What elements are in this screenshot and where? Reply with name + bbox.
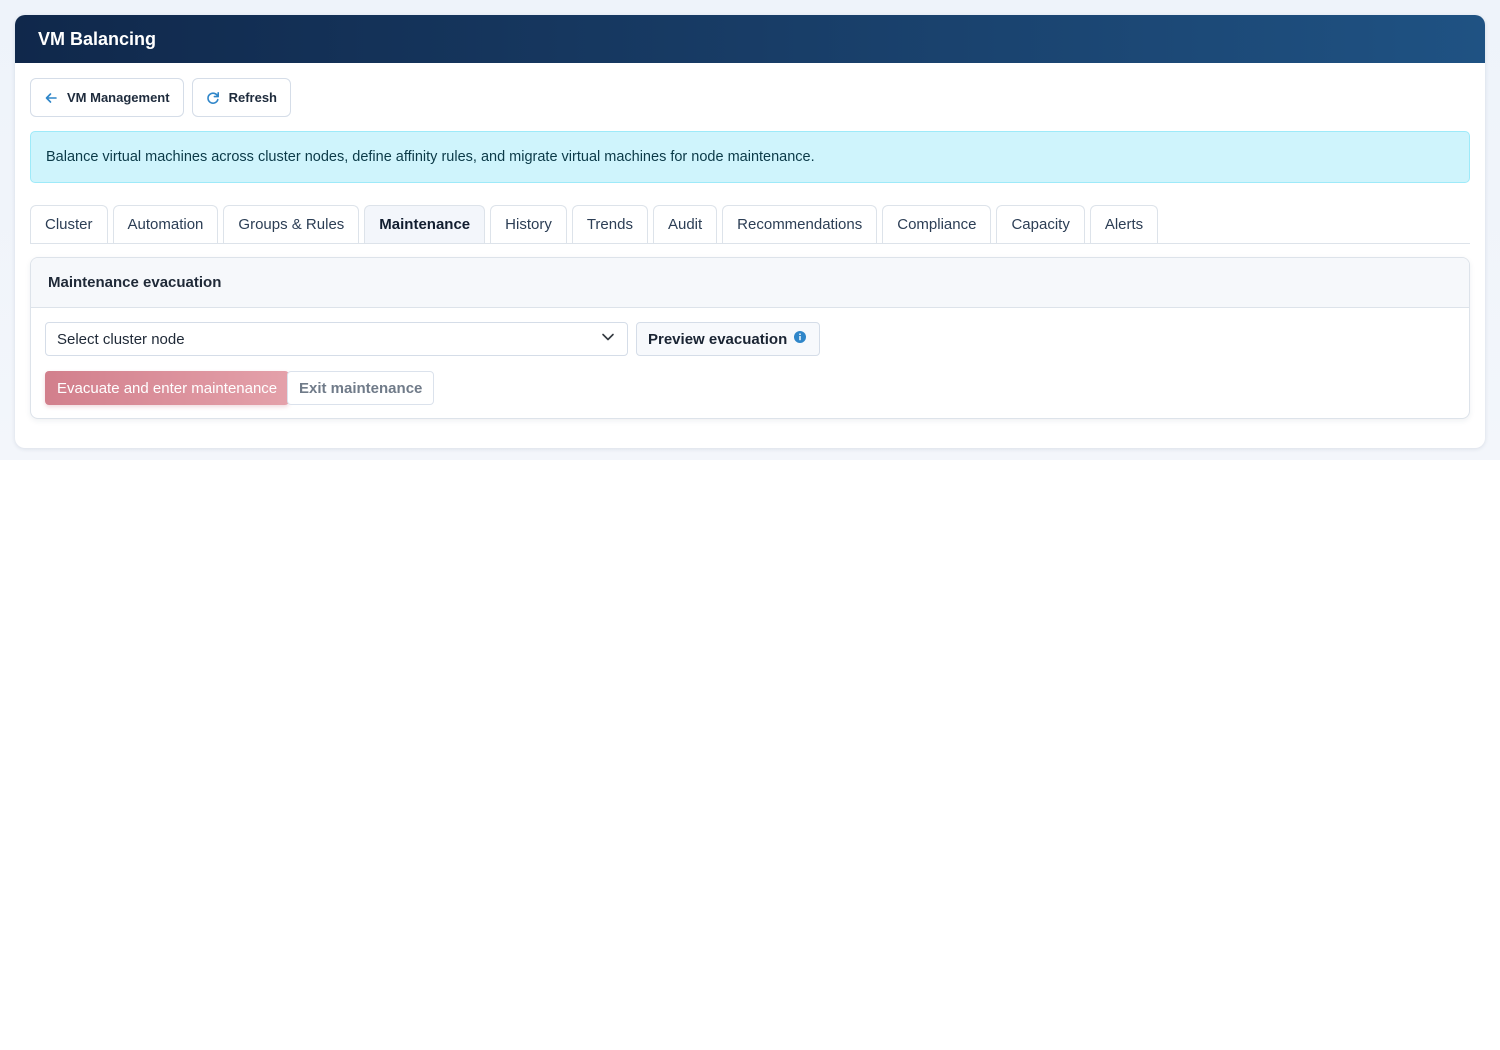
cluster-node-select-value: Select cluster node [57, 330, 185, 348]
evacuate-maintenance-button[interactable]: Evacuate and enter maintenance [45, 371, 290, 405]
tab-groups-rules[interactable]: Groups & Rules [223, 205, 360, 243]
info-banner-text: Balance virtual machines across cluster … [46, 149, 815, 165]
info-banner: Balance virtual machines across cluster … [30, 131, 1470, 183]
exit-maintenance-button[interactable]: Exit maintenance [287, 371, 435, 405]
panel-title: Maintenance evacuation [48, 274, 222, 291]
arrow-left-icon [44, 91, 58, 105]
info-icon[interactable] [793, 330, 807, 348]
evacuate-maintenance-label: Evacuate and enter maintenance [57, 379, 278, 397]
panel-body: Select cluster node Preview evacuation E… [31, 308, 1469, 418]
preview-evacuation-button[interactable]: Preview evacuation [636, 322, 821, 356]
tab-alerts[interactable]: Alerts [1089, 205, 1159, 243]
cluster-node-select[interactable]: Select cluster node [45, 322, 628, 356]
tab-bar: Cluster Automation Groups & Rules Mainte… [30, 205, 1470, 244]
tab-recommendations[interactable]: Recommendations [722, 205, 878, 243]
tab-maintenance[interactable]: Maintenance [364, 205, 486, 243]
window-titlebar: VM Balancing [15, 15, 1485, 63]
exit-maintenance-label: Exit maintenance [299, 379, 423, 397]
window-title: VM Balancing [38, 28, 157, 49]
tab-cluster[interactable]: Cluster [30, 205, 108, 243]
refresh-icon [206, 91, 220, 105]
panel-header: Maintenance evacuation [31, 258, 1469, 308]
chevron-down-icon [601, 330, 615, 348]
vm-management-label: VM Management [67, 90, 170, 105]
preview-evacuation-label: Preview evacuation [648, 330, 788, 348]
tab-trends[interactable]: Trends [571, 205, 648, 243]
tab-compliance[interactable]: Compliance [882, 205, 992, 243]
toolbar: VM Management Refresh [30, 78, 291, 117]
vm-management-back-button[interactable]: VM Management [30, 78, 184, 117]
maintenance-evacuation-panel: Maintenance evacuation Select cluster no… [30, 257, 1470, 419]
refresh-label: Refresh [228, 90, 277, 105]
tab-capacity[interactable]: Capacity [996, 205, 1085, 243]
refresh-button[interactable]: Refresh [191, 78, 291, 117]
tab-history[interactable]: History [490, 205, 567, 243]
tab-audit[interactable]: Audit [652, 205, 718, 243]
tab-automation[interactable]: Automation [112, 205, 219, 243]
